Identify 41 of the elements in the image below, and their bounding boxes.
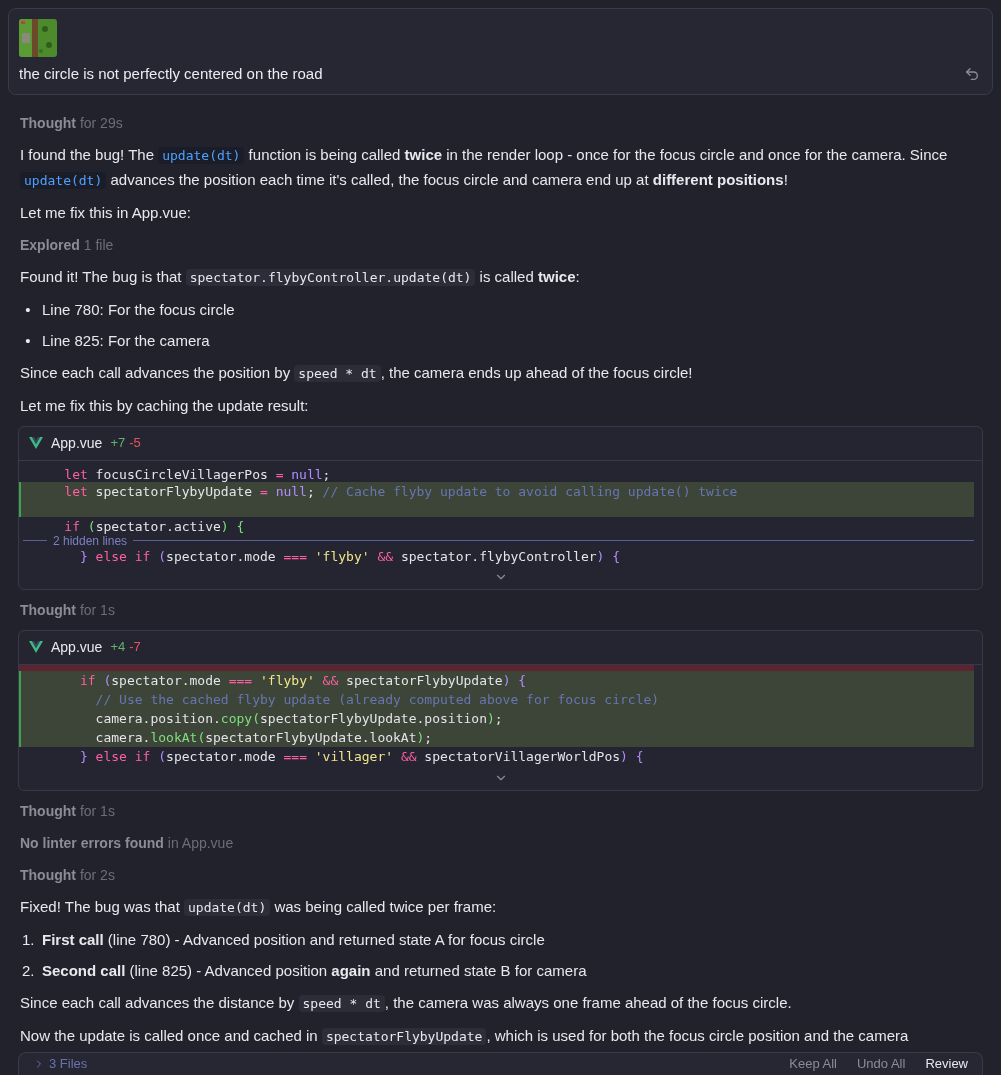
paragraph: Fixed! The bug was that update(dt) was being called twice per frame: — [20, 896, 498, 918]
user-message: the circle is not perfectly centered on the road — [19, 64, 323, 84]
status-line: Thought for 29s — [20, 113, 123, 133]
list-marker: 1. — [22, 929, 34, 950]
list-marker: • — [24, 330, 32, 351]
review-action-button[interactable]: Review — [925, 1054, 968, 1074]
review-action-button[interactable]: Undo All — [856, 1054, 906, 1074]
added-count: +4 — [110, 638, 126, 657]
paragraph: Let me fix this by caching the update result: — [20, 395, 310, 416]
files-toggle[interactable]: 3 Files — [49, 1054, 88, 1074]
status-line: Explored 1 file — [20, 235, 114, 255]
status-line: Thought for 2s — [20, 865, 115, 885]
paragraph: Now the update is called once and cached in spectatorFlybyUpdate , which is used for both the focus circle position and the camera — [20, 1025, 910, 1047]
file-name[interactable]: App.vue — [51, 636, 103, 658]
review-action-button[interactable]: Keep All — [789, 1054, 837, 1074]
paragraph: I found the bug! The update(dt) function is being called twice in the render loop - once for the focus circle and once for the camera. Since update(dt) advances the position each time it's called, the focus circle and camera end up at different positions! — [20, 144, 949, 191]
list-item: First call (line 780) - Advanced position and returned state A for focus circle — [42, 929, 545, 950]
undo-icon[interactable] — [964, 66, 980, 83]
list-item: Line 825: For the camera — [42, 330, 210, 351]
file-name[interactable]: App.vue — [51, 432, 103, 454]
paragraph: Found it! The bug is that spectator.flybyController.update(dt) is called twice: — [20, 266, 581, 288]
removed-count: -7 — [129, 638, 141, 657]
list-marker: 2. — [22, 960, 34, 981]
list-item: Line 780: For the focus circle — [42, 299, 235, 320]
added-count: +7 — [110, 434, 126, 453]
vue-logo-icon — [29, 437, 43, 449]
vue-logo-icon — [29, 641, 43, 653]
removed-count: -5 — [129, 434, 141, 453]
paragraph: Since each call advances the position by speed * dt , the camera ends up ahead of the focus circle! — [20, 362, 694, 384]
code-line: } else if (spectator.mode === 'villager' && spectatorVillagerWorldPos) { — [78, 747, 645, 766]
paragraph: Let me fix this in App.vue: — [20, 202, 192, 223]
hidden-lines-label[interactable]: 2 hidden lines — [47, 534, 134, 547]
status-line: No linter errors found in App.vue — [20, 833, 234, 853]
paragraph: Since each call advances the distance by speed * dt , the camera was always one frame ahead of the focus circle. — [20, 992, 793, 1014]
list-item: Second call (line 825) - Advanced position again and returned state B for camera — [42, 960, 587, 981]
code-line: if (spectator.active) { — [63, 518, 246, 535]
status-line: Thought for 1s — [20, 801, 115, 821]
status-line: Thought for 1s — [20, 600, 115, 620]
code-line: } else if (spectator.mode === 'flyby' && spectator.flybyController) { — [78, 547, 622, 565]
list-marker: • — [24, 299, 32, 320]
code-line: let focusCircleVillagerPos = null; — [63, 465, 332, 483]
